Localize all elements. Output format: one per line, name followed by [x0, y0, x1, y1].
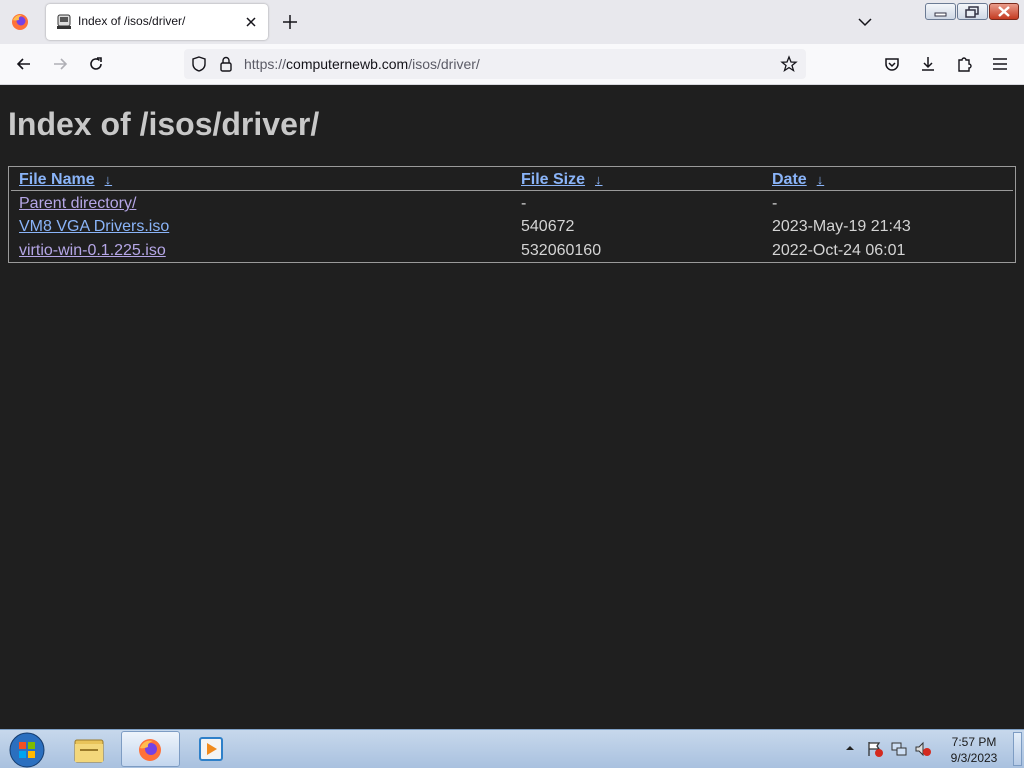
- minimize-icon: [934, 12, 947, 17]
- lock-icon[interactable]: [218, 55, 234, 73]
- column-header-file-name[interactable]: File Name ↓: [19, 171, 112, 189]
- file-listing-table: File Name ↓ File Size ↓ Date ↓ Parent direc…: [8, 166, 1016, 263]
- start-button-icon[interactable]: [6, 731, 48, 768]
- taskbar: 7:57 PM 9/3/2023: [0, 729, 1024, 768]
- network-icon[interactable]: [890, 740, 908, 758]
- address-bar[interactable]: https://computernewb.com/isos/driver/: [184, 49, 806, 79]
- hamburger-menu-icon[interactable]: [990, 54, 1010, 74]
- firefox-icon: [139, 739, 161, 761]
- column-header-label: Date: [772, 171, 807, 188]
- url-path: /isos/driver/: [408, 56, 480, 72]
- page-favicon-icon: [57, 14, 71, 29]
- column-header-label: File Size: [521, 171, 586, 188]
- file-date-cell: 2023-May-19 21:43: [772, 218, 911, 235]
- clock-time: 7:57 PM: [951, 735, 997, 749]
- file-link-vm8-vga-drivers[interactable]: VM8 VGA Drivers.iso: [19, 218, 169, 236]
- file-size-cell: 540672: [521, 218, 575, 235]
- sort-arrow-icon: ↓: [104, 172, 113, 187]
- show-hidden-icons-chevron-icon[interactable]: [844, 742, 856, 754]
- column-header-date[interactable]: Date ↓: [772, 171, 824, 189]
- close-window-button[interactable]: [989, 3, 1019, 20]
- reload-icon[interactable]: [86, 54, 106, 74]
- url-text[interactable]: https://computernewb.com/isos/driver/: [244, 56, 480, 72]
- system-clock[interactable]: 7:57 PM 9/3/2023: [944, 734, 1004, 766]
- close-window-icon: [998, 6, 1010, 17]
- file-link-virtio-win[interactable]: virtio-win-0.1.225.iso: [19, 242, 166, 260]
- page-content: Index of /isos/driver/ File Name ↓ File S…: [0, 85, 1024, 729]
- tracking-protection-shield-icon[interactable]: [190, 55, 208, 73]
- sort-arrow-icon: ↓: [816, 172, 825, 187]
- restore-icon: [965, 6, 979, 18]
- media-player-icon[interactable]: [192, 731, 230, 768]
- header-divider: [11, 190, 1013, 191]
- file-size-cell: 532060160: [521, 242, 602, 259]
- file-date-cell: 2022-Oct-24 06:01: [772, 242, 906, 259]
- tab-title: Index of /isos/driver/: [78, 14, 186, 28]
- close-tab-icon[interactable]: [243, 14, 259, 30]
- sort-arrow-icon: ↓: [595, 172, 603, 187]
- firefox-taskbar-button[interactable]: [121, 731, 180, 767]
- file-explorer-icon[interactable]: [70, 731, 108, 768]
- volume-muted-icon[interactable]: [914, 740, 932, 758]
- forward-arrow-icon[interactable]: [50, 54, 70, 74]
- column-header-label: File Name: [19, 171, 95, 188]
- file-date-cell: -: [772, 195, 778, 212]
- pocket-icon[interactable]: [882, 54, 902, 74]
- new-tab-icon[interactable]: [280, 12, 300, 32]
- url-scheme: https://: [244, 56, 287, 72]
- show-desktop-button[interactable]: [1013, 732, 1022, 766]
- file-size-cell: -: [521, 195, 527, 212]
- back-arrow-icon[interactable]: [14, 54, 34, 74]
- downloads-icon[interactable]: [918, 54, 938, 74]
- page-title: Index of /isos/driver/: [8, 106, 320, 142]
- minimize-button[interactable]: [925, 3, 956, 20]
- bookmark-star-icon[interactable]: [780, 55, 798, 73]
- tab-bar: Index of /isos/driver/: [0, 0, 1024, 44]
- clock-date: 9/3/2023: [950, 751, 998, 765]
- navigation-toolbar: https://computernewb.com/isos/driver/: [0, 44, 1024, 85]
- firefox-view-icon[interactable]: [10, 12, 30, 32]
- restore-button[interactable]: [957, 3, 988, 20]
- action-center-flag-icon[interactable]: [866, 740, 884, 758]
- file-link-parent-directory[interactable]: Parent directory/: [19, 195, 136, 213]
- extensions-icon[interactable]: [954, 54, 974, 74]
- url-host: computernewb.com: [286, 56, 409, 72]
- column-header-file-size[interactable]: File Size ↓: [521, 171, 603, 189]
- list-all-tabs-icon[interactable]: [855, 12, 875, 32]
- tab-active[interactable]: Index of /isos/driver/: [46, 4, 268, 40]
